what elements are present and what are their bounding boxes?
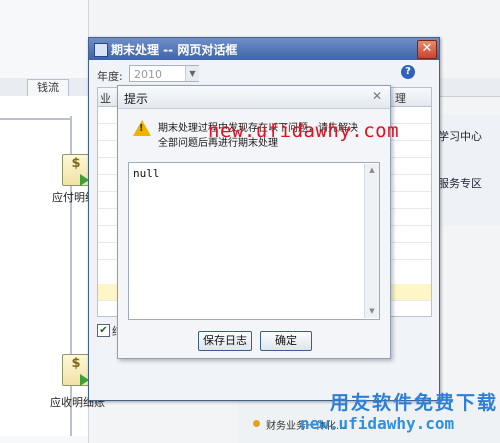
receivable-detail-node[interactable]: $: [50, 354, 90, 394]
scroll-up-icon[interactable]: ▲: [365, 164, 379, 177]
watermark-bottom-url: new.ufidawhy.com: [300, 414, 455, 433]
dialog-title: 期末处理 -- 网页对话框: [111, 43, 238, 57]
flow-line: [0, 118, 70, 120]
scrollbar[interactable]: ▲ ▼: [364, 164, 379, 318]
service-zone-link[interactable]: 服务专区: [438, 175, 482, 191]
flow-panel: $ 应付明细 $ 应收明细账: [0, 96, 105, 436]
watermark-bottom-cn: 用友软件免费下载: [330, 392, 499, 414]
warning-mark: !: [139, 123, 144, 134]
grid-header-right: 理: [395, 92, 406, 105]
end-checkbox[interactable]: ✔: [97, 324, 110, 337]
close-icon[interactable]: ✕: [417, 40, 437, 59]
close-icon[interactable]: ✕: [370, 89, 384, 103]
log-textarea[interactable]: null ▲ ▼: [128, 162, 380, 320]
dialog-title-bar[interactable]: 期末处理 -- 网页对话框 ✕: [89, 38, 439, 60]
payable-detail-node[interactable]: $: [50, 154, 90, 214]
scroll-down-icon[interactable]: ▼: [365, 305, 379, 318]
ok-button[interactable]: 确定: [260, 331, 312, 351]
save-log-button[interactable]: 保存日志: [198, 331, 252, 351]
watermark-top: new.ufidawhy.com: [208, 120, 400, 142]
tab-cash-flow[interactable]: 钱流: [27, 79, 69, 97]
bullet-icon: [253, 420, 260, 427]
grid-header-left: 业: [100, 92, 111, 105]
log-text: null: [133, 167, 160, 180]
right-panel: 学习中心 服务专区: [437, 115, 500, 225]
help-icon[interactable]: ?: [401, 65, 415, 79]
prompt-title: 提示: [124, 92, 149, 106]
chevron-down-icon[interactable]: ▼: [185, 66, 199, 81]
prompt-title-bar[interactable]: 提示 ✕: [118, 86, 390, 109]
learning-center-link[interactable]: 学习中心: [438, 128, 482, 144]
window-icon: [94, 43, 108, 57]
year-label: 年度:: [97, 70, 123, 83]
